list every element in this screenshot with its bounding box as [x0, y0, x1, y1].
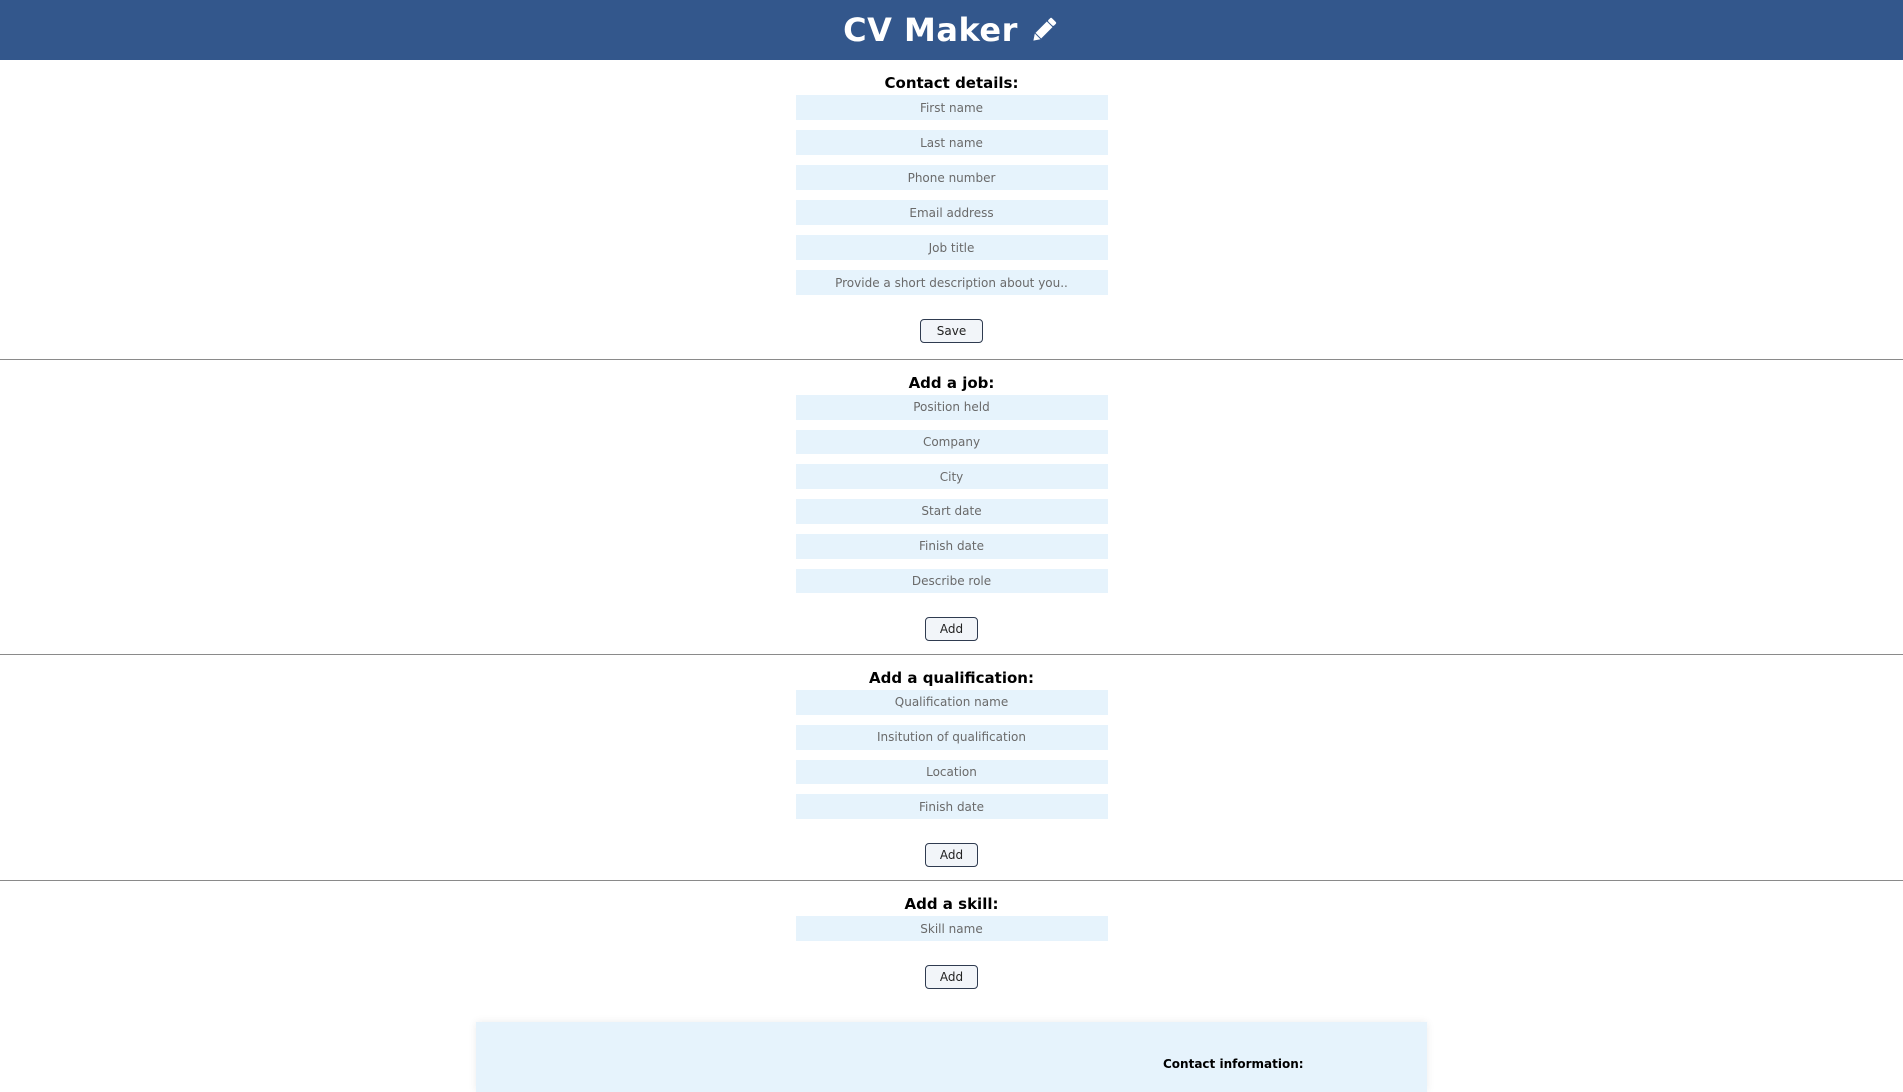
cv-preview: Contact information:	[476, 1022, 1427, 1092]
qualification-finish-date-input[interactable]	[795, 794, 1108, 820]
institution-input[interactable]	[795, 724, 1108, 750]
description-input[interactable]	[795, 270, 1108, 295]
position-held-input[interactable]	[795, 395, 1108, 420]
finish-date-input[interactable]	[795, 533, 1108, 559]
phone-number-input[interactable]	[795, 165, 1108, 190]
location-input[interactable]	[795, 759, 1108, 785]
last-name-input[interactable]	[795, 130, 1108, 155]
skill-name-input[interactable]	[795, 916, 1108, 941]
qualification-name-input[interactable]	[795, 690, 1108, 715]
add-job-button[interactable]: Add	[924, 617, 979, 641]
add-skill-section: Add a skill: Add	[0, 881, 1903, 1002]
add-skill-button[interactable]: Add	[924, 965, 979, 989]
app-title: CV Maker	[843, 11, 1018, 49]
add-job-title: Add a job:	[908, 374, 995, 392]
describe-role-input[interactable]	[795, 568, 1108, 594]
add-qualification-button[interactable]: Add	[924, 843, 979, 867]
start-date-input[interactable]	[795, 499, 1108, 524]
contact-details-title: Contact details:	[884, 74, 1019, 92]
add-qualification-title: Add a qualification:	[869, 669, 1034, 687]
job-title-input[interactable]	[795, 235, 1108, 260]
contact-information-title: Contact information:	[1163, 1057, 1304, 1071]
contact-details-section: Contact details: Save	[0, 60, 1903, 360]
app-header: CV Maker	[0, 0, 1903, 60]
add-qualification-section: Add a qualification: Add	[0, 655, 1903, 881]
company-input[interactable]	[795, 429, 1108, 455]
add-job-section: Add a job: Add	[0, 360, 1903, 655]
email-address-input[interactable]	[795, 200, 1108, 225]
save-button[interactable]: Save	[919, 319, 984, 343]
add-skill-title: Add a skill:	[904, 895, 999, 913]
pencil-icon	[1028, 14, 1060, 46]
first-name-input[interactable]	[795, 95, 1108, 120]
city-input[interactable]	[795, 464, 1108, 490]
